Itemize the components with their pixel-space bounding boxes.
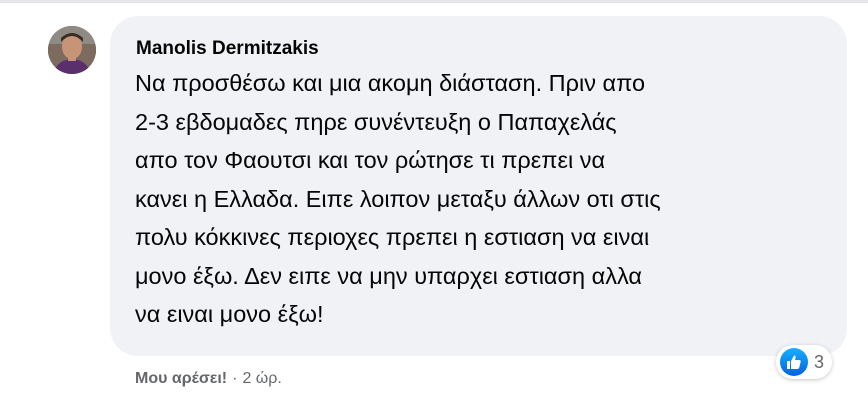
reaction-count: 3 bbox=[814, 351, 825, 372]
comment-bubble: Manolis Dermitzakis Να προσθέσω και μια … bbox=[110, 16, 847, 356]
comment-actions: Μου αρέσει! · 2 ώρ. bbox=[135, 370, 282, 388]
profile-photo bbox=[48, 26, 96, 74]
like-button[interactable]: Μου αρέσει! bbox=[135, 370, 227, 388]
separator-dot: · bbox=[232, 370, 238, 387]
like-icon bbox=[780, 348, 808, 376]
comment-text: Να προσθέσω και μια ακομη διάσταση. Πριν… bbox=[135, 70, 661, 327]
avatar[interactable] bbox=[48, 26, 96, 74]
divider-line bbox=[0, 0, 868, 3]
comment-timestamp[interactable]: 2 ώρ. bbox=[242, 370, 281, 388]
comment-author[interactable]: Manolis Dermitzakis bbox=[136, 38, 319, 60]
reactions-summary[interactable]: 3 bbox=[776, 345, 833, 379]
